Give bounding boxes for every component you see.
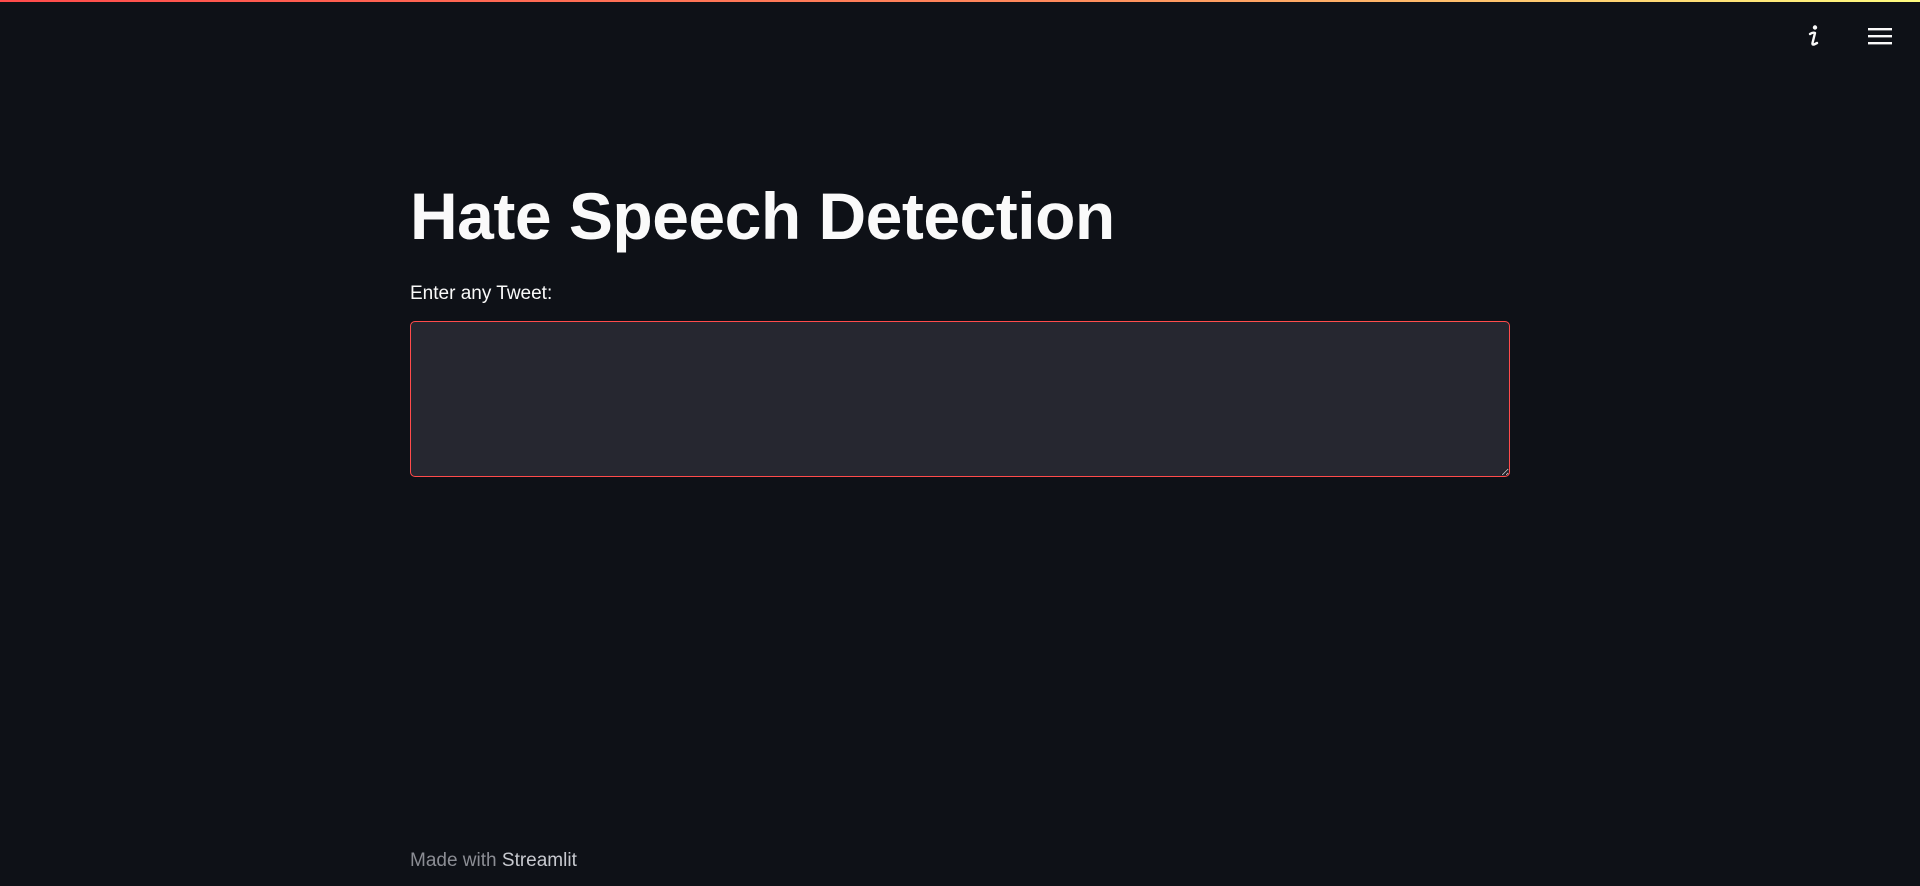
top-decoration-bar xyxy=(0,0,1920,2)
info-icon xyxy=(1807,24,1821,53)
toolbar xyxy=(1796,22,1898,54)
tweet-input[interactable] xyxy=(410,320,1510,477)
tweet-input-label: Enter any Tweet: xyxy=(410,282,553,304)
main-content: Hate Speech Detection Enter any Tweet: xyxy=(410,180,1510,477)
page-title: Hate Speech Detection xyxy=(410,179,1115,253)
hamburger-menu-icon xyxy=(1867,26,1893,51)
footer: Made with Streamlit xyxy=(410,850,577,872)
main-menu-button[interactable] xyxy=(1862,22,1898,54)
info-button[interactable] xyxy=(1796,22,1832,54)
streamlit-link[interactable]: Streamlit xyxy=(502,850,577,871)
footer-prefix: Made with xyxy=(410,850,497,871)
